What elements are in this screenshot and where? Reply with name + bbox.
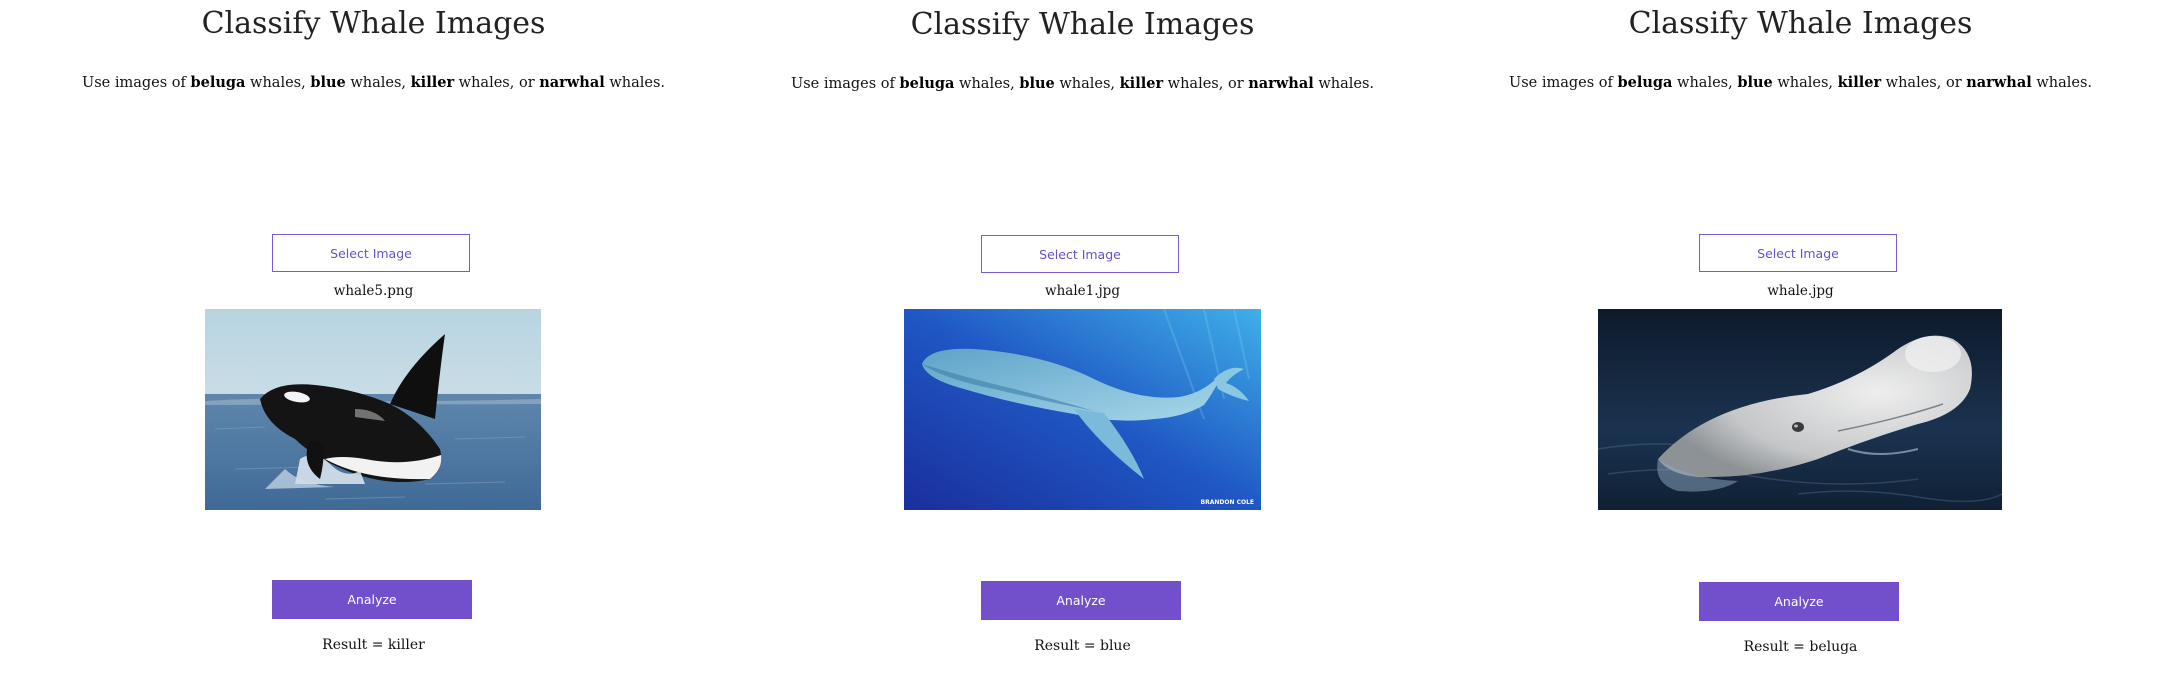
kind-blue: blue [310, 74, 346, 91]
classifier-panel-3: Classify Whale Images Use images of belu… [1437, 0, 2164, 680]
kind-beluga: beluga [899, 75, 955, 92]
kind-narwhal: narwhal [1966, 74, 2032, 91]
kind-beluga: beluga [190, 74, 246, 91]
select-image-button[interactable]: Select Image [1699, 234, 1897, 272]
instructions-prefix: Use images of [81, 75, 191, 91]
kind-killer: killer [410, 74, 455, 91]
kind-blue: blue [1019, 75, 1055, 92]
instructions-text: Use images of beluga whales, blue whales… [719, 75, 1446, 92]
instructions-text: Use images of beluga whales, blue whales… [10, 74, 737, 91]
whale-photo: BRANDON COLE [904, 309, 1261, 510]
classifier-panel-1: Classify Whale Images Use images of belu… [10, 0, 737, 680]
instructions-text: Use images of beluga whales, blue whales… [1437, 74, 2164, 91]
instructions-sep: whales, or [454, 75, 540, 91]
instructions-sep: whales, [1672, 75, 1738, 91]
instructions-sep: whales, [345, 75, 411, 91]
beluga-whale-image [1598, 309, 2002, 510]
instructions-sep: whales, or [1163, 76, 1249, 92]
analyze-button[interactable]: Analyze [1699, 582, 1899, 621]
whale-photo [1598, 309, 2002, 510]
analyze-button[interactable]: Analyze [981, 581, 1181, 620]
result-text: Result = blue [1034, 638, 1131, 654]
blue-whale-image: BRANDON COLE [904, 309, 1261, 510]
kind-beluga: beluga [1617, 74, 1673, 91]
instructions-suffix: whales. [2031, 75, 2093, 91]
instructions-sep: whales, [1772, 75, 1838, 91]
result-text: Result = beluga [1743, 639, 1858, 655]
instructions-suffix: whales. [604, 75, 666, 91]
selected-filename: whale1.jpg [1045, 283, 1120, 299]
killer-whale-image [205, 309, 541, 510]
photo-watermark: BRANDON COLE [1201, 499, 1254, 506]
instructions-prefix: Use images of [790, 76, 900, 92]
page-title: Classify Whale Images [910, 7, 1255, 42]
select-image-button[interactable]: Select Image [981, 235, 1179, 273]
whale-photo [205, 309, 541, 510]
kind-killer: killer [1119, 75, 1164, 92]
instructions-sep: whales, [1054, 76, 1120, 92]
kind-blue: blue [1737, 74, 1773, 91]
page-title: Classify Whale Images [201, 6, 546, 41]
selected-filename: whale.jpg [1767, 283, 1834, 299]
page-title: Classify Whale Images [1628, 6, 1973, 41]
instructions-sep: whales, [954, 76, 1020, 92]
instructions-prefix: Use images of [1508, 75, 1618, 91]
kind-killer: killer [1837, 74, 1882, 91]
selected-filename: whale5.png [333, 283, 414, 299]
kind-narwhal: narwhal [1248, 75, 1314, 92]
classifier-panel-2: Classify Whale Images Use images of belu… [719, 0, 1446, 680]
analyze-button[interactable]: Analyze [272, 580, 472, 619]
select-image-button[interactable]: Select Image [272, 234, 470, 272]
instructions-sep: whales, [245, 75, 311, 91]
instructions-sep: whales, or [1881, 75, 1967, 91]
result-text: Result = killer [322, 637, 425, 653]
instructions-suffix: whales. [1313, 76, 1375, 92]
kind-narwhal: narwhal [539, 74, 605, 91]
